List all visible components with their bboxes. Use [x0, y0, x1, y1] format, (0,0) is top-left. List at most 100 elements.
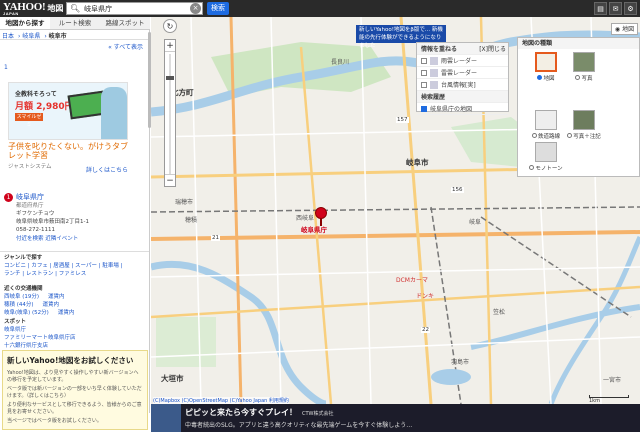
search-input[interactable]: 🔍︎ 岐阜県庁	[66, 2, 203, 15]
genre-links-row1[interactable]: コンビニ | カフェ | 居酒屋 | スーパー | 駐車場 |	[4, 263, 122, 269]
road-number: 21	[211, 235, 220, 241]
mail-icon[interactable]: ✉	[609, 2, 622, 15]
poi-category: 都道府県庁	[16, 203, 44, 209]
yahoo-logo[interactable]: YAHOO! JAPAN	[3, 1, 46, 16]
transit-item[interactable]: 岐阜(岐阜) (52分) 運賃内	[4, 310, 74, 316]
transit-heading: 近くの交通機関	[4, 286, 43, 292]
tab-rail-spot[interactable]: 路線スポット	[100, 17, 150, 29]
map-type-photo[interactable]: 写真	[558, 52, 610, 86]
genre-links-row2[interactable]: ランチ | レストラン | ファミレス	[4, 271, 86, 277]
layer-typhoon[interactable]: 台風情報[実]	[417, 79, 508, 91]
settings-icon[interactable]: ⚙	[624, 2, 637, 15]
search-history-heading: 検索履歴	[417, 91, 508, 103]
tab-map-search[interactable]: 地図から探す	[0, 17, 50, 29]
poi-reading: ギフケンチョウ	[16, 211, 55, 217]
zoom-out-button[interactable]: −	[165, 174, 175, 186]
sidebar-ad[interactable]: 全教科そろって 月額 2,980円~ スマイルゼミ 子供を叱りたくない。がけうタ…	[8, 82, 134, 174]
layer-panel-close[interactable]: [X]閉じる	[479, 44, 506, 53]
zoom-thumb[interactable]	[166, 76, 174, 80]
notice-heading: 新しいYahoo!地図をお試しください	[7, 356, 134, 365]
transit-item[interactable]: 西岐阜 (19分) 運賃内	[4, 294, 65, 300]
poi-title[interactable]: 岐阜県庁	[16, 192, 146, 202]
ad-child-image	[101, 87, 127, 139]
spots-section: スポット 岐阜県庁 ファミリーマート岐阜県庁店 十六銀行県庁支店	[4, 318, 146, 350]
checkbox[interactable]	[421, 57, 427, 64]
map-label: 羽島市	[451, 359, 470, 366]
photo-thumbnail	[573, 52, 595, 72]
pin-label: 岐阜県庁	[301, 226, 327, 234]
map-label: 西岐阜	[296, 215, 315, 222]
map-mode-button[interactable]: ◉ 地図	[611, 23, 638, 35]
breadcrumb-gifu-pref[interactable]: 岐阜県	[22, 33, 40, 40]
map-label: ドンキ	[416, 293, 435, 300]
genre-section: ジャンルで探す コンビニ | カフェ | 居酒屋 | スーパー | 駐車場 | …	[4, 254, 146, 278]
rain-icon	[430, 56, 438, 65]
map-canvas[interactable]: 岐阜市 大垣市 北方町 瑞穂市 穂積 西岐阜 岐阜 笠松 一宮市 羽島市 長良川…	[151, 17, 640, 404]
map-label: 長良川	[331, 59, 350, 66]
zoom-in-button[interactable]: +	[165, 40, 175, 52]
map-label: 瑞穂市	[175, 199, 194, 206]
layer-rain-radar[interactable]: 雨雲レーダー	[417, 55, 508, 67]
map-type-monotone[interactable]: モノトーン	[520, 142, 572, 176]
spots-heading: スポット	[4, 319, 27, 325]
zoom-control[interactable]: + −	[164, 39, 176, 187]
breadcrumb-gifu-city: 岐阜市	[48, 33, 67, 40]
zoom-rail[interactable]	[169, 54, 171, 174]
beta-banner[interactable]: 新しいYahoo!地図をβ版で... 新機能の先行体験ができるようになりました	[356, 25, 446, 49]
poi-phone: 058-272-1111	[16, 227, 55, 233]
printer-icon[interactable]: ▤	[594, 2, 607, 15]
show-all-link[interactable]: « すべて表示	[0, 40, 149, 53]
map-label: 岐阜	[469, 219, 482, 226]
bottom-ad-title: ピピッと来たら今すぐプレイ！ CTW株式会社	[185, 408, 334, 417]
breadcrumb: 日本 › 岐阜県 › 岐阜市	[0, 30, 149, 40]
breadcrumb-japan[interactable]: 日本	[2, 33, 14, 40]
tab-route-search[interactable]: ルート検索	[50, 17, 100, 29]
road-number: 156	[451, 187, 464, 193]
map-type-photo-annotated[interactable]: 写真＋注記	[558, 110, 610, 144]
ad-image[interactable]: 全教科そろって 月額 2,980円~ スマイルゼミ	[8, 82, 128, 140]
bottom-ad-body: 中毒者続出のSLG。アプリと違う高クオリティな最先端ゲームを今すぐ体験しよう…	[185, 422, 413, 429]
layer-thunder-radar[interactable]: 雷雲レーダー	[417, 67, 508, 79]
page-number[interactable]: 1	[0, 62, 149, 73]
spot-item[interactable]: 岐阜県庁	[4, 327, 26, 333]
layer-panel: 情報を重ねる [X]閉じる 雨雲レーダー 雷雲レーダー 台風情報[実] 検索履歴…	[416, 42, 509, 115]
compass-icon[interactable]: ↻	[163, 19, 177, 33]
genre-heading: ジャンルで探す	[4, 255, 43, 261]
copyright[interactable]: (C)Mapbox (C)OpenStreetMap (C)Yahoo Japa…	[153, 397, 289, 404]
railway-thumbnail	[535, 110, 557, 130]
search-button[interactable]: 検索	[207, 2, 229, 15]
checkbox[interactable]	[421, 81, 427, 88]
clear-search-button[interactable]: ×	[190, 3, 201, 14]
typhoon-icon	[430, 80, 438, 89]
monotone-thumbnail	[535, 142, 557, 162]
poi-result: 1 岐阜県庁 都道府県庁 ギフケンチョウ 岐阜県岐阜市薮田南2丁目1-1 058…	[4, 192, 146, 242]
spot-item[interactable]: ファミリーマート岐阜県庁店	[4, 335, 76, 341]
ad-tagline[interactable]: 子供を叱りたくない。がけうタブレット学習	[8, 142, 134, 160]
map-type-header: 地図の種類	[518, 38, 639, 49]
map-label: 大垣市	[161, 374, 184, 383]
thunder-icon	[430, 68, 438, 77]
map-label: 笠松	[493, 309, 506, 316]
map-label: DCMカーマ	[396, 277, 428, 284]
photo-annotated-thumbnail	[573, 110, 595, 130]
search-icon: 🔍︎	[70, 4, 81, 13]
checkbox[interactable]	[421, 69, 427, 76]
poi-pin-icon: 1	[4, 193, 13, 202]
search-value[interactable]: 岐阜県庁	[84, 4, 112, 14]
map-thumbnail	[535, 52, 557, 72]
bottom-ad[interactable]: ピピッと来たら今すぐプレイ！ CTW株式会社 中毒者続出のSLG。アプリと違う高ク…	[151, 404, 640, 432]
location-pin-icon[interactable]	[315, 207, 327, 226]
ad-brand: スマイルゼミ	[15, 113, 43, 128]
search-history-item[interactable]: 岐阜県庁の地図	[417, 103, 508, 115]
ad-game-image	[151, 404, 181, 432]
ad-more-link[interactable]: 詳しくはこちら	[86, 165, 128, 174]
road-number: 22	[421, 327, 430, 333]
ad-headline: 全教科そろって	[15, 91, 57, 98]
poi-links[interactable]: 付近を検索 近隣イベント	[16, 234, 146, 242]
transit-item[interactable]: 穂積 (44分) 運賃内	[4, 302, 59, 308]
map-label: 一宮市	[603, 377, 622, 384]
spot-item[interactable]: 十六銀行県庁支店	[4, 343, 48, 349]
notice-body: Yahoo!地図は、より見やすく操作しやすい新バージョンへの移行を予定しています…	[7, 370, 142, 424]
road-number: 157	[396, 117, 409, 123]
checkbox[interactable]	[421, 105, 427, 112]
